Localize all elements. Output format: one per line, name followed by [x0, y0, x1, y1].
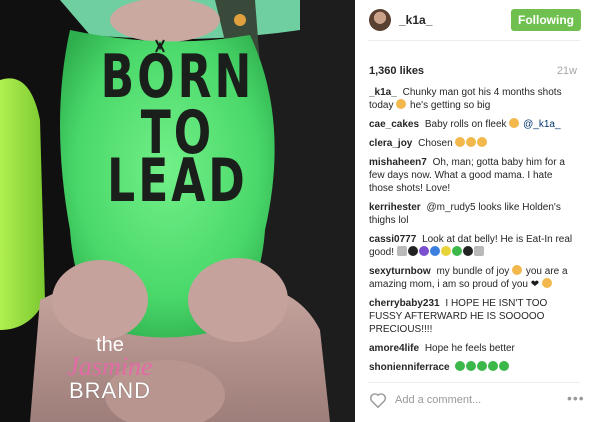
comments-list: _k1a_ Chunky man got his 4 months shots …: [369, 86, 577, 373]
comment-user[interactable]: amore4life: [369, 343, 419, 354]
comment-item: shonienniferrace: [369, 361, 577, 373]
comment-item: kerrihester @m_rudy5 looks like Holden's…: [369, 201, 577, 227]
purple-heart-emoji-icon: [418, 246, 429, 256]
footer-divider: [368, 382, 580, 383]
comment-item: _k1a_ Chunky man got his 4 months shots …: [369, 86, 577, 112]
following-button[interactable]: Following: [511, 9, 581, 31]
bottle-emoji-icon: [473, 246, 484, 256]
green-heart-emoji-icon: [455, 361, 466, 371]
instagram-post: BORN TO LEAD the Jasmine BRAND _k1a_ Fol…: [0, 0, 590, 422]
comment-item: clera_joy Chosen: [369, 137, 577, 150]
black-heart-emoji-icon: [407, 246, 418, 256]
watermark-logo: the Jasmine BRAND: [50, 335, 170, 403]
post-age[interactable]: 21w: [557, 65, 577, 77]
green-heart-emoji-icon: [466, 361, 477, 371]
more-options-icon[interactable]: •••: [567, 390, 585, 406]
comment-text: my bundle of joy: [436, 266, 510, 277]
comment-item: sexyturnbow my bundle of joy you are a a…: [369, 265, 577, 291]
yellow-heart-emoji-icon: [440, 246, 451, 256]
face-emoji-icon: [396, 99, 407, 109]
comment-bar: Add a comment... •••: [355, 386, 590, 416]
comment-item: cherrybaby231 I HOPE HE ISN'T TOO FUSSY …: [369, 297, 577, 336]
post-header: _k1a_ Following: [355, 0, 590, 40]
comment-user[interactable]: clera_joy: [369, 138, 412, 149]
comment-user[interactable]: cae_cakes: [369, 119, 419, 130]
comment-item: cassi0777 Look at dat belly! He is Eat-I…: [369, 233, 577, 259]
comment-item: mishaheen7 Oh, man; gotta baby him for a…: [369, 156, 577, 195]
blue-heart-emoji-icon: [429, 246, 440, 256]
smile-emoji-icon: [477, 137, 488, 147]
comment-text: Baby rolls on fleek: [424, 119, 507, 130]
avatar[interactable]: [369, 9, 391, 31]
shirt-print-line-3: LEAD: [107, 147, 248, 216]
comment-user[interactable]: cherrybaby231: [369, 298, 440, 309]
comment-text-cont: he's getting so big: [410, 100, 491, 111]
bottle-emoji-icon: [396, 246, 407, 256]
comment-user[interactable]: shonienniferrace: [369, 362, 450, 373]
comment-text: Chosen: [418, 138, 453, 149]
black-heart-emoji-icon: [462, 246, 473, 256]
post-photo[interactable]: BORN TO LEAD the Jasmine BRAND: [0, 0, 355, 422]
smile-emoji-icon: [455, 137, 466, 147]
mention-link[interactable]: @_k1a_: [523, 119, 560, 130]
green-heart-emoji-icon: [477, 361, 488, 371]
comment-item: amore4life Hope he feels better: [369, 342, 577, 355]
like-heart-icon[interactable]: [369, 392, 387, 408]
green-heart-emoji-icon: [499, 361, 510, 371]
green-heart-emoji-icon: [488, 361, 499, 371]
smile-emoji-icon: [466, 137, 477, 147]
comment-item: cae_cakes Baby rolls on fleek @_k1a_: [369, 118, 577, 131]
post-side-panel: _k1a_ Following 1,360 likes 21w _k1a_ Ch…: [355, 0, 590, 422]
comment-user[interactable]: mishaheen7: [369, 157, 427, 168]
comment-user[interactable]: _k1a_: [369, 87, 397, 98]
happy-emoji-icon: [512, 265, 523, 275]
comment-text: Hope he feels better: [424, 343, 515, 354]
comment-user[interactable]: sexyturnbow: [369, 266, 431, 277]
username[interactable]: _k1a_: [399, 13, 432, 27]
watermark-line-2: Jasmine: [67, 352, 153, 381]
comment-user[interactable]: kerrihester: [369, 202, 421, 213]
watermark-line-3: BRAND: [68, 378, 151, 403]
heart-icon: ❤: [530, 279, 540, 290]
green-heart-emoji-icon: [451, 246, 462, 256]
comment-user[interactable]: cassi0777: [369, 234, 416, 245]
kiss-emoji-icon: [509, 118, 520, 128]
smile-emoji-icon: [541, 278, 552, 288]
header-divider: [368, 40, 580, 41]
add-comment-input[interactable]: Add a comment...: [395, 394, 481, 406]
likes-count[interactable]: 1,360 likes: [369, 65, 424, 77]
